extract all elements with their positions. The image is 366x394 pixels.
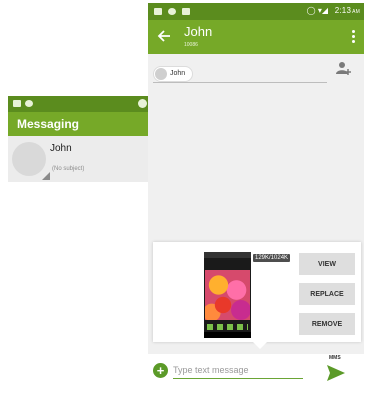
recipient-name: John: [170, 70, 186, 77]
conversation-screen: ◯ ▾◢ 2:13AM John 10086 John 129K/1024K V…: [148, 3, 364, 392]
back-arrow-icon[interactable]: [156, 28, 172, 44]
status-bar: ◯ ▾◢ 2:13AM: [148, 3, 364, 20]
status-bar: [8, 96, 150, 112]
add-contact-icon[interactable]: [335, 60, 351, 76]
attachment-panel: 129K/1024K VIEW REPLACE REMOVE: [153, 242, 361, 342]
avatar: [12, 142, 50, 180]
recipient-chip[interactable]: John: [153, 66, 194, 82]
message-notification-icon: [154, 8, 162, 15]
send-icon[interactable]: [326, 364, 346, 382]
app-bar: John 10086: [148, 20, 364, 54]
message-input[interactable]: [173, 362, 303, 379]
headset-icon: [138, 99, 147, 108]
notification-icon: [25, 100, 33, 107]
conversation-name: John: [50, 143, 72, 154]
app-title: Messaging: [17, 117, 80, 131]
recipient-field[interactable]: John: [153, 66, 327, 83]
attachment-thumbnail[interactable]: [204, 252, 251, 338]
notification-icon: [13, 100, 21, 107]
attachment-panel-pointer: [253, 342, 267, 349]
status-icons: ◯ ▾◢: [306, 6, 328, 15]
conversation-title: John: [184, 24, 213, 39]
view-button[interactable]: VIEW: [299, 253, 355, 275]
conversation-number: 10086: [184, 42, 198, 48]
conversation-subject: (No subject): [52, 166, 85, 172]
image-notification-icon: [182, 8, 190, 15]
remove-button[interactable]: REMOVE: [299, 313, 355, 335]
app-bar: Messaging: [8, 112, 150, 136]
avatar: [155, 68, 167, 80]
conversation-list-item[interactable]: John (No subject): [8, 136, 150, 182]
more-vert-icon[interactable]: [350, 29, 356, 45]
compose-bar: + MMS: [148, 354, 364, 392]
replace-button[interactable]: REPLACE: [299, 283, 355, 305]
status-time: 2:13AM: [334, 6, 360, 15]
add-attachment-icon[interactable]: +: [153, 363, 168, 378]
notification-icon: [168, 8, 176, 15]
messaging-list-screen: Messaging John (No subject): [8, 96, 150, 182]
attachment-size-badge: 129K/1024K: [253, 254, 291, 262]
mms-label: MMS: [329, 355, 341, 361]
